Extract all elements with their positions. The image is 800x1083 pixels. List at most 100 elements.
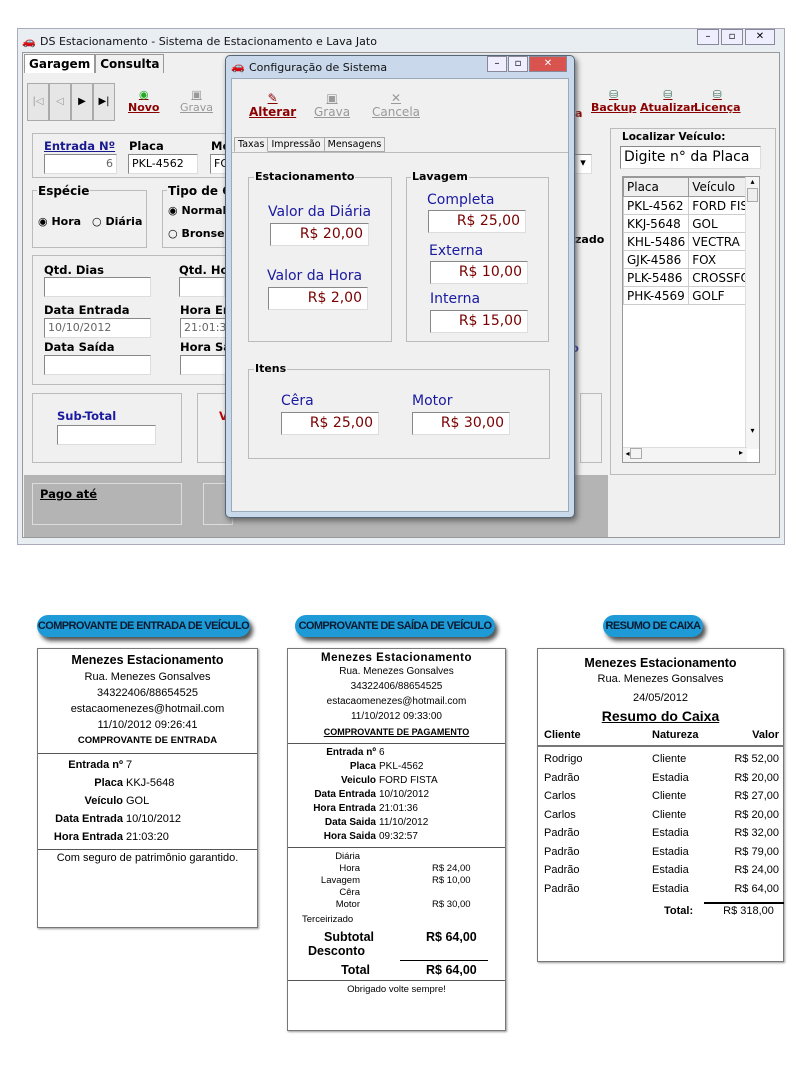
- interna-label: Interna: [430, 291, 481, 307]
- maximize-button[interactable]: ▫: [721, 29, 743, 45]
- caixa-row: Rodrigo Cliente R$ 52,00: [538, 750, 783, 769]
- motor-input[interactable]: R$ 30,00: [412, 412, 510, 435]
- tab-taxas[interactable]: Taxas: [234, 137, 269, 152]
- completa-input[interactable]: R$ 25,00: [428, 210, 526, 233]
- receipt-date: 24/05/2012: [632, 692, 689, 704]
- cancela-button[interactable]: ✕ Cancela: [372, 91, 420, 119]
- vertical-scrollbar[interactable]: ▴ ▾: [745, 177, 759, 449]
- scroll-down-arrow[interactable]: ▾: [746, 426, 759, 435]
- data-entrada-input[interactable]: 10/10/2012: [44, 318, 151, 338]
- vehicle-row[interactable]: KKJ-5648 GOL: [623, 214, 756, 233]
- first-record-button[interactable]: |◁: [27, 83, 49, 121]
- valor-cell: R$ 52,00: [734, 753, 779, 765]
- novo-button[interactable]: ◉ Novo: [128, 88, 160, 114]
- interna-input[interactable]: R$ 15,00: [430, 310, 528, 333]
- valor-diaria-input[interactable]: R$ 20,00: [270, 223, 369, 246]
- vehicle-row[interactable]: GJK-4586 FOX: [623, 250, 756, 269]
- hora-entrada-input[interactable]: 21:01:36: [180, 318, 233, 338]
- dialog-maximize-button[interactable]: ▫: [508, 56, 528, 72]
- subtotal-input[interactable]: [57, 425, 156, 445]
- hora-saida-input[interactable]: [180, 355, 226, 375]
- vehicle-row[interactable]: PLK-5486 CROSSFOX: [623, 268, 756, 287]
- next-record-button[interactable]: ▶: [71, 83, 93, 121]
- vehicle-row[interactable]: KHL-5486 VECTRA: [623, 232, 756, 251]
- total-row: Total R$ 64,00: [288, 963, 505, 977]
- subtotal-label: Subtotal: [324, 930, 374, 944]
- receipt-field-row: Entrada nº 6: [288, 746, 505, 760]
- receipt-field-row: Veículo GOL: [38, 792, 257, 810]
- dialog-minimize-button[interactable]: –: [487, 56, 507, 72]
- tab-consulta[interactable]: Consulta: [95, 54, 165, 73]
- cera-input[interactable]: R$ 25,00: [281, 412, 379, 435]
- right-group: [580, 393, 602, 463]
- field-value: KKJ-5648: [126, 777, 175, 789]
- field-value: GOL: [126, 795, 150, 807]
- minimize-button[interactable]: –: [697, 29, 719, 45]
- subtotal-value: R$ 64,00: [426, 930, 477, 944]
- grava-button[interactable]: ▣ Grava: [180, 88, 213, 114]
- backup-button[interactable]: ⛁ Backup: [591, 88, 636, 114]
- receipt-heading: COMPROVANTE DE ENTRADA: [77, 735, 218, 746]
- qtd-dias-label: Qtd. Dias: [44, 263, 104, 277]
- field-label: Hora Entrada: [53, 831, 123, 843]
- valor-hora-input[interactable]: R$ 2,00: [268, 287, 368, 310]
- valor-cell: R$ 64,00: [734, 882, 779, 895]
- total-label: Total: [341, 963, 370, 977]
- vehicle-row[interactable]: PKL-4562 FORD FIST: [623, 196, 756, 215]
- item-label: Terceirizado: [302, 914, 354, 925]
- receipt-phone: 34322406/88654525: [350, 681, 443, 692]
- tab-garagem[interactable]: Garagem: [24, 54, 96, 73]
- scroll-thumb[interactable]: [747, 188, 758, 202]
- subtotal-label: Sub-Total: [57, 409, 117, 423]
- main-tabs: Garagem Consulta: [24, 54, 165, 73]
- prev-record-button[interactable]: ◁: [49, 83, 71, 121]
- radio-normal[interactable]: ◉ Normal: [168, 204, 226, 217]
- natureza-cell: Cliente: [652, 753, 687, 765]
- column-placa[interactable]: Placa: [623, 177, 690, 197]
- qtd-horas-input[interactable]: [179, 277, 225, 297]
- total-label: Total:: [664, 905, 694, 917]
- dialog-close-button[interactable]: ✕: [529, 56, 567, 72]
- vehicle-row[interactable]: PHK-4569 GOLF: [623, 286, 756, 305]
- alterar-button[interactable]: ✎ Alterar: [249, 91, 296, 119]
- data-saida-input[interactable]: [44, 355, 151, 375]
- externa-input[interactable]: R$ 10,00: [430, 261, 528, 284]
- dropdown-arrow-button[interactable]: ▾: [574, 154, 592, 174]
- receipt-heading: COMPROVANTE DE PAGAMENTO: [323, 727, 470, 737]
- radio-hora[interactable]: ◉ Hora: [38, 215, 81, 228]
- atualizar-button[interactable]: ⛁ Atualizar: [640, 88, 696, 114]
- placa-input[interactable]: PKL-4562: [128, 154, 198, 174]
- cliente-cell: Padrão: [544, 827, 580, 839]
- saida-receipt-banner: COMPROVANTE DE SAÍDA DE VEÍCULO: [295, 615, 495, 637]
- field-value: FORD FISTA: [379, 775, 438, 786]
- placa-cell: GJK-4586: [623, 250, 690, 269]
- dialog-grava-button[interactable]: ▣ Grava: [314, 91, 350, 119]
- entrada-receipt: Menezes Estacionamento Rua. Menezes Gons…: [37, 648, 258, 928]
- last-record-button[interactable]: ▶|: [93, 83, 115, 121]
- qtd-dias-input[interactable]: [44, 277, 151, 297]
- hscroll-thumb[interactable]: [629, 448, 642, 459]
- tab-impressao[interactable]: Impressão: [268, 137, 325, 152]
- close-button[interactable]: ✕: [745, 29, 775, 45]
- entrada-input[interactable]: 6: [44, 154, 117, 174]
- field-label: Hora Saida: [323, 831, 376, 842]
- receipt-address: Rua. Menezes Gonsalves: [84, 671, 211, 683]
- cliente-cell: Padrão: [544, 845, 580, 858]
- horizontal-scrollbar[interactable]: ◂ ▸: [623, 447, 747, 462]
- radio-diaria[interactable]: ○ Diária: [92, 215, 142, 228]
- field-value: 11/10/2012: [379, 817, 429, 828]
- receipt-field-row: Hora Saida 09:32:57: [288, 830, 505, 844]
- natureza-cell: Cliente: [652, 790, 687, 802]
- cliente-cell: Rodrigo: [544, 753, 583, 765]
- placa-cell: KKJ-5648: [623, 214, 690, 233]
- receipt-address: Rua. Menezes Gonsalves: [339, 666, 454, 677]
- field-value: 21:01:36: [379, 803, 418, 814]
- column-valor: Valor: [752, 729, 779, 741]
- placa-search-input[interactable]: Digite n° da Placa: [620, 146, 761, 169]
- tab-mensagens[interactable]: Mensagens: [324, 137, 386, 152]
- divider: [288, 847, 505, 848]
- radio-bronse[interactable]: ○ Bronse: [168, 227, 225, 240]
- receipt-field-row: Data Saida 11/10/2012: [288, 816, 505, 830]
- licenca-button[interactable]: ⛁ Licença: [694, 88, 741, 114]
- itens-legend: Itens: [254, 362, 288, 375]
